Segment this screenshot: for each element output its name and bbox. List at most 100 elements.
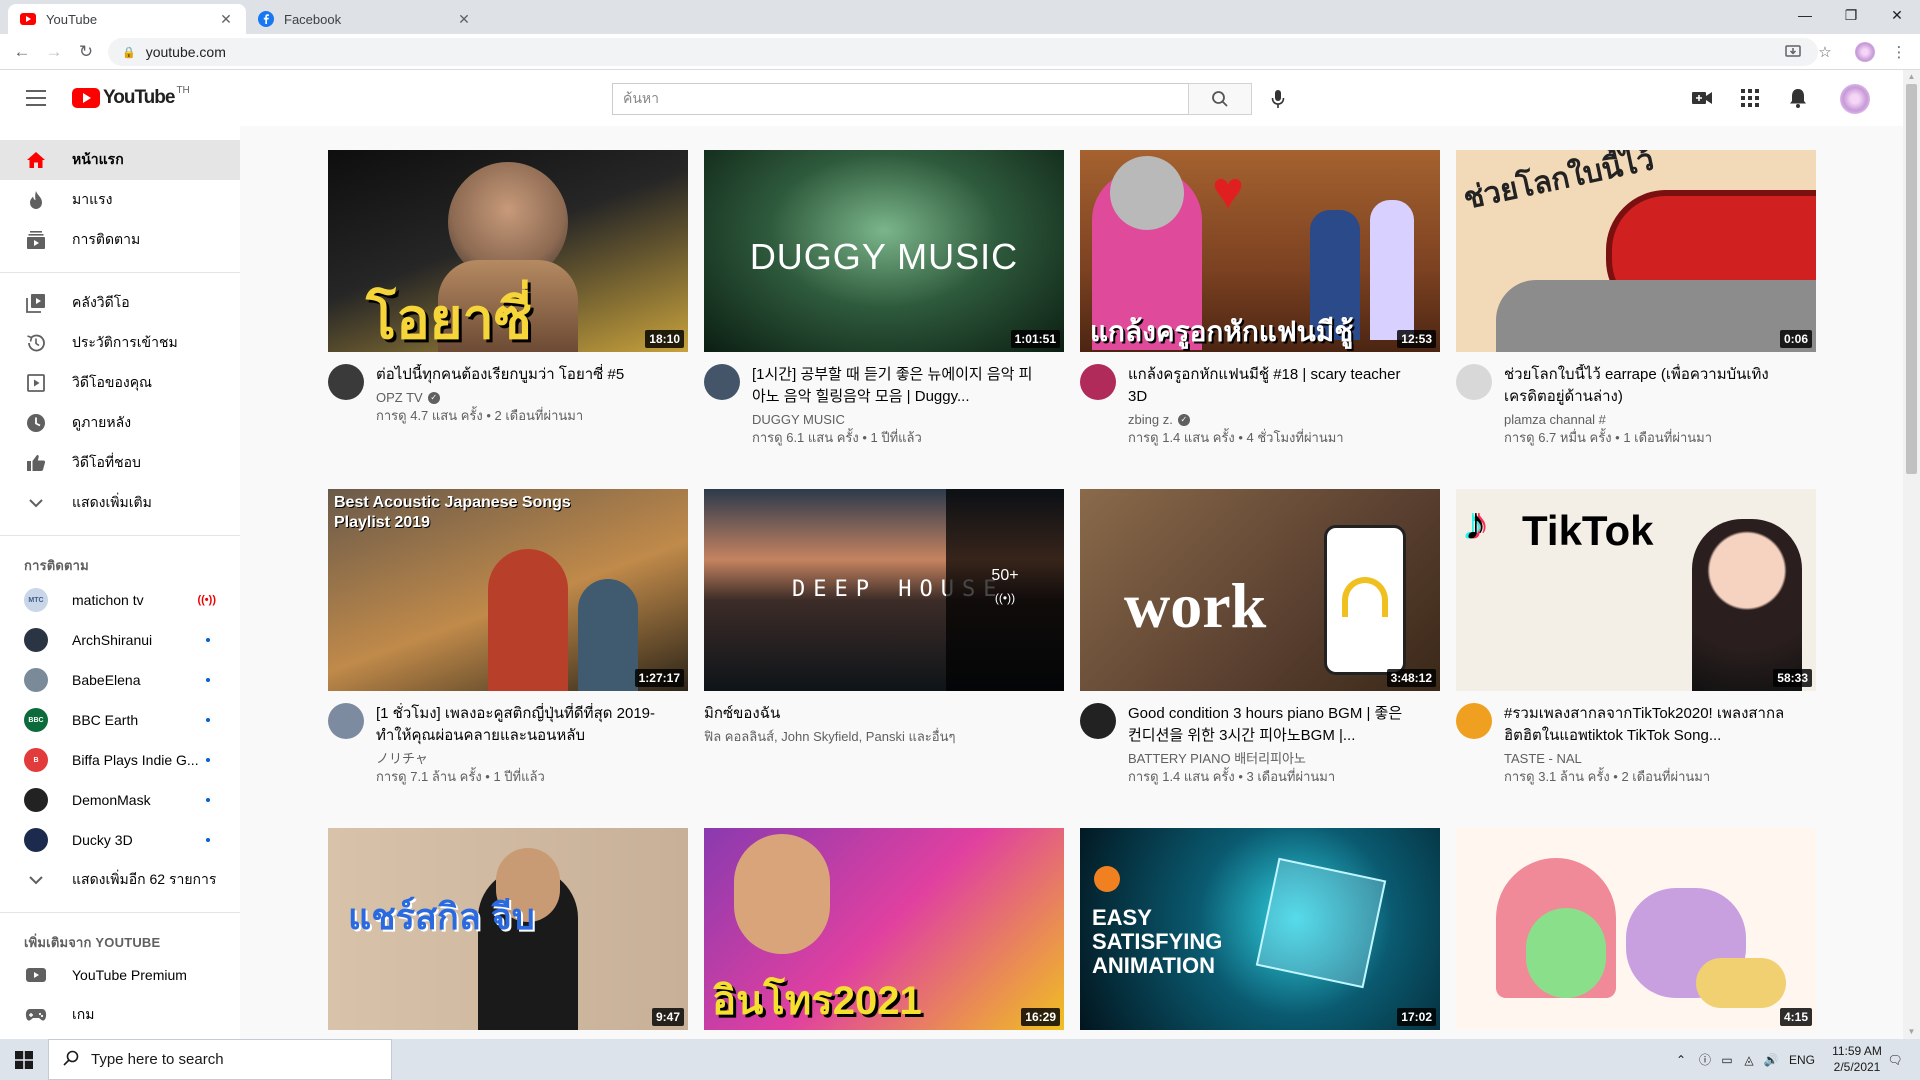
address-bar[interactable]: 🔒 youtube.com bbox=[108, 38, 1818, 66]
channel-avatar[interactable] bbox=[1080, 364, 1116, 400]
video-card[interactable]: แชร์สกิล จีบ 9:47 bbox=[328, 828, 688, 1030]
sidebar-item-subscriptions[interactable]: การติดตาม bbox=[0, 220, 240, 260]
video-title[interactable]: [1 ชั่วโมง] เพลงอะคูสติกญี่ปุ่นที่ดีที่ส… bbox=[376, 703, 688, 747]
video-card[interactable]: DUGGY MUSIC 1:01:51 [1시간] 공부할 때 듣기 좋은 뉴에… bbox=[704, 150, 1064, 452]
scrollbar-thumb[interactable] bbox=[1906, 84, 1917, 474]
scroll-up-icon[interactable]: ▲ bbox=[1906, 72, 1917, 82]
channel-name[interactable]: plamza channal # bbox=[1504, 411, 1606, 429]
back-icon[interactable]: ← bbox=[10, 40, 34, 64]
video-thumbnail[interactable]: Best Acoustic Japanese Songs Playlist 20… bbox=[328, 489, 688, 691]
apps-grid-icon[interactable] bbox=[1738, 86, 1762, 110]
account-avatar[interactable] bbox=[1840, 84, 1870, 114]
video-title[interactable]: ต่อไปนี้ทุกคนต้องเรียกบูมว่า โอยาซี่ #5 bbox=[376, 364, 688, 386]
video-thumbnail[interactable]: ช่วยโลกใบนี้ไว้ 0:06 bbox=[1456, 150, 1816, 352]
sidebar-item-home[interactable]: หน้าแรก bbox=[0, 140, 240, 180]
video-thumbnail[interactable]: EASY SATISFYING ANIMATION 17:02 bbox=[1080, 828, 1440, 1030]
reload-icon[interactable]: ↻ bbox=[74, 40, 98, 64]
sidebar-item-your-videos[interactable]: วิดีโอของคุณ bbox=[0, 363, 240, 403]
video-thumbnail[interactable]: work 3:48:12 bbox=[1080, 489, 1440, 691]
channel-avatar[interactable] bbox=[328, 703, 364, 739]
video-thumbnail[interactable]: ♪ TikTok 58:33 bbox=[1456, 489, 1816, 691]
sidebar-show-more[interactable]: แสดงเพิ่มเติม bbox=[0, 483, 240, 523]
battery-icon[interactable]: ▭ bbox=[1716, 1039, 1738, 1080]
subscription-item[interactable]: B Biffa Plays Indie G... bbox=[0, 740, 240, 780]
notifications-bell-icon[interactable] bbox=[1786, 86, 1810, 110]
channel-name[interactable]: ノリチャ bbox=[376, 750, 428, 768]
video-thumbnail[interactable]: แชร์สกิล จีบ 9:47 bbox=[328, 828, 688, 1030]
profile-avatar-icon[interactable] bbox=[1854, 41, 1876, 63]
channel-avatar[interactable] bbox=[1080, 703, 1116, 739]
network-icon[interactable]: ◬ bbox=[1738, 1039, 1760, 1080]
youtube-logo[interactable]: YouTube TH bbox=[72, 85, 190, 109]
subscription-item[interactable]: DemonMask bbox=[0, 780, 240, 820]
restore-window-icon[interactable]: ❐ bbox=[1828, 0, 1874, 30]
tab-facebook[interactable]: Facebook ✕ bbox=[246, 4, 484, 34]
close-tab-icon[interactable]: ✕ bbox=[456, 11, 472, 28]
sidebar-item-watch-later[interactable]: ดูภายหลัง bbox=[0, 403, 240, 443]
subscription-item[interactable]: MTC matichon tv ((•)) bbox=[0, 580, 240, 620]
video-title[interactable]: #รวมเพลงสากลจากTikTok2020! เพลงสากลฮิตฮิ… bbox=[1504, 703, 1816, 747]
video-card[interactable]: DEEP HOUSE 50+ ((•)) มิกซ์ของฉัน ฟิล คอล… bbox=[704, 489, 1064, 791]
video-card[interactable]: 4:15 bbox=[1456, 828, 1816, 1030]
microphone-icon[interactable] bbox=[1264, 85, 1292, 113]
windows-start-icon[interactable] bbox=[0, 1039, 48, 1080]
scroll-down-icon[interactable]: ▼ bbox=[1906, 1027, 1917, 1037]
show-more-subscriptions[interactable]: แสดงเพิ่มอีก 62 รายการ bbox=[0, 860, 240, 900]
bookmark-star-icon[interactable]: ☆ bbox=[1814, 41, 1836, 63]
channel-avatar[interactable] bbox=[1456, 364, 1492, 400]
video-card[interactable]: work 3:48:12 Good condition 3 hours pian… bbox=[1080, 489, 1440, 791]
sidebar-item-youtube-premium[interactable]: YouTube Premium bbox=[0, 955, 240, 995]
video-title[interactable]: แกล้งครูอกหักแฟนมีชู้ #18 | scary teache… bbox=[1128, 364, 1440, 408]
video-card[interactable]: Best Acoustic Japanese Songs Playlist 20… bbox=[328, 489, 688, 791]
video-title[interactable]: [1시간] 공부할 때 듣기 좋은 뉴에이지 음악 피아노 음악 힐링음악 모음… bbox=[752, 364, 1064, 408]
video-thumbnail[interactable]: DUGGY MUSIC 1:01:51 bbox=[704, 150, 1064, 352]
search-button[interactable] bbox=[1188, 83, 1252, 115]
guide-menu-icon[interactable] bbox=[24, 86, 48, 110]
video-thumbnail[interactable]: DEEP HOUSE 50+ ((•)) bbox=[704, 489, 1064, 691]
video-thumbnail[interactable]: ♥ แกล้งครูอกหักแฟนมีชู้ 12:53 bbox=[1080, 150, 1440, 352]
sidebar-item-history[interactable]: ประวัติการเข้าชม bbox=[0, 323, 240, 363]
sidebar-item-library[interactable]: คลังวิดีโอ bbox=[0, 283, 240, 323]
video-card[interactable]: ♪ TikTok 58:33 #รวมเพลงสากลจากTikTok2020… bbox=[1456, 489, 1816, 791]
sidebar-item-liked-videos[interactable]: วิดีโอที่ชอบ bbox=[0, 443, 240, 483]
sidebar-item-gaming[interactable]: เกม bbox=[0, 995, 240, 1035]
tray-overflow-chevron-icon[interactable]: ⌃ bbox=[1670, 1039, 1692, 1080]
channel-avatar[interactable] bbox=[704, 364, 740, 400]
video-card[interactable]: โอยาซี่ 18:10 ต่อไปนี้ทุกคนต้องเรียกบูมว… bbox=[328, 150, 688, 452]
input-language[interactable]: ENG bbox=[1782, 1039, 1822, 1080]
action-center-icon[interactable]: 🗨 bbox=[1880, 1039, 1910, 1080]
video-title[interactable]: ช่วยโลกใบนี้ไว้ earrape (เพื่อความบันเทิ… bbox=[1504, 364, 1816, 408]
create-video-icon[interactable] bbox=[1690, 86, 1714, 110]
video-thumbnail[interactable]: 4:15 bbox=[1456, 828, 1816, 1030]
video-card[interactable]: ♥ แกล้งครูอกหักแฟนมีชู้ 12:53 แกล้งครูอก… bbox=[1080, 150, 1440, 452]
volume-icon[interactable]: 🔊 bbox=[1760, 1039, 1782, 1080]
channel-name[interactable]: TASTE - NAL bbox=[1504, 750, 1582, 768]
channel-avatar[interactable] bbox=[328, 364, 364, 400]
search-input[interactable]: ค้นหา bbox=[612, 83, 1188, 115]
video-card[interactable]: อินโทร2021 16:29 bbox=[704, 828, 1064, 1030]
sidebar-item-trending[interactable]: มาแรง bbox=[0, 180, 240, 220]
close-window-icon[interactable]: ✕ bbox=[1874, 0, 1920, 30]
video-title[interactable]: มิกซ์ของฉัน bbox=[704, 703, 1064, 725]
subscription-item[interactable]: ArchShiranui bbox=[0, 620, 240, 660]
forward-icon[interactable]: → bbox=[42, 40, 66, 64]
channel-name[interactable]: DUGGY MUSIC bbox=[752, 411, 845, 429]
close-tab-icon[interactable]: ✕ bbox=[218, 11, 234, 28]
video-thumbnail[interactable]: โอยาซี่ 18:10 bbox=[328, 150, 688, 352]
video-card[interactable]: ช่วยโลกใบนี้ไว้ 0:06 ช่วยโลกใบนี้ไว้ ear… bbox=[1456, 150, 1816, 452]
taskbar-search-input[interactable]: Type here to search bbox=[48, 1039, 392, 1080]
channel-name[interactable]: OPZ TV bbox=[376, 389, 423, 407]
tab-youtube[interactable]: YouTube ✕ bbox=[8, 4, 246, 34]
channel-name[interactable]: zbing z. bbox=[1128, 411, 1173, 429]
subscription-item[interactable]: BBC BBC Earth bbox=[0, 700, 240, 740]
tray-help-icon[interactable]: ⓘ bbox=[1694, 1039, 1716, 1080]
video-thumbnail[interactable]: อินโทร2021 16:29 bbox=[704, 828, 1064, 1030]
subscription-item[interactable]: BabeElena bbox=[0, 660, 240, 700]
channel-avatar[interactable] bbox=[1456, 703, 1492, 739]
channel-name[interactable]: BATTERY PIANO 배터리피아노 bbox=[1128, 750, 1306, 768]
channel-name[interactable]: ฟิล คอลลินส์, John Skyfield, Panski และอ… bbox=[704, 728, 955, 746]
browser-menu-icon[interactable]: ⋮ bbox=[1888, 41, 1910, 63]
minimize-window-icon[interactable]: — bbox=[1782, 0, 1828, 30]
subscription-item[interactable]: Ducky 3D bbox=[0, 820, 240, 860]
video-title[interactable]: Good condition 3 hours piano BGM | 좋은 컨디… bbox=[1128, 703, 1440, 747]
